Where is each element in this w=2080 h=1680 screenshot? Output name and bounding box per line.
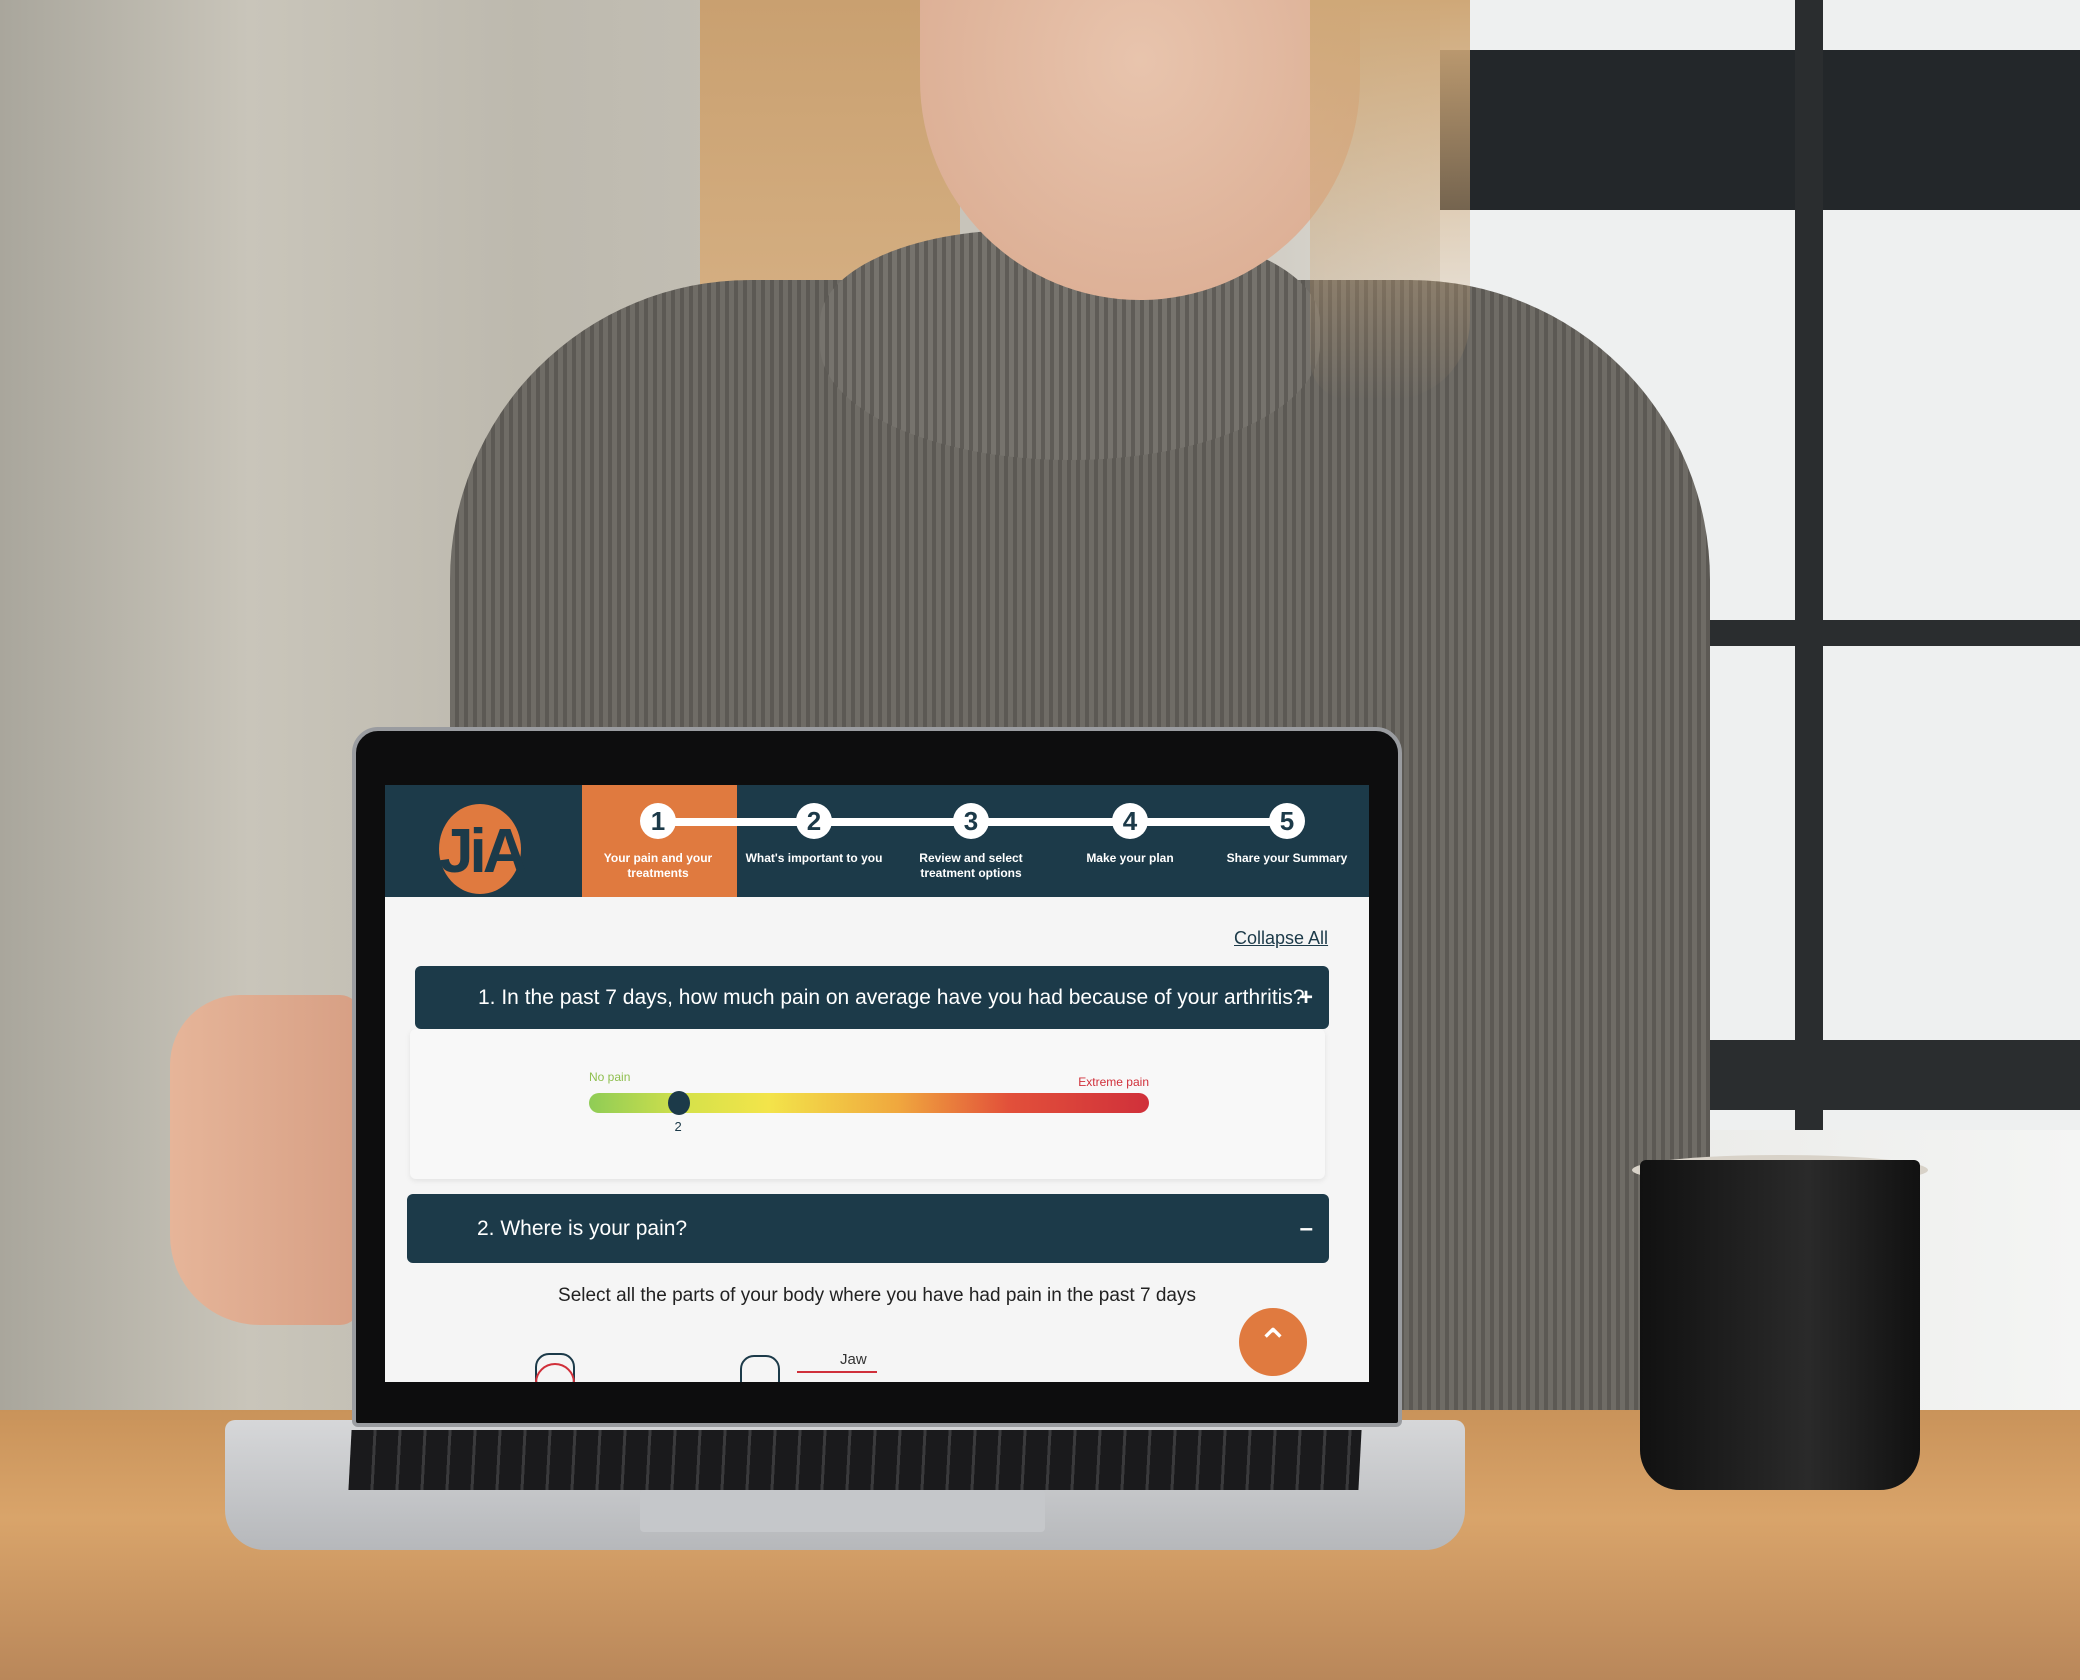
person-hair (1310, 0, 1470, 400)
step-1[interactable]: 1 Your pain and your treatments (583, 803, 733, 881)
scroll-to-top-button[interactable]: ⌃ (1239, 1308, 1307, 1376)
chevron-up-icon: ⌃ (1256, 1322, 1290, 1366)
question-2-instruction: Select all the parts of your body where … (558, 1285, 1196, 1306)
slider-value: 2 (674, 1119, 682, 1134)
body-diagram-head-back[interactable] (740, 1355, 780, 1382)
coffee-cup (1640, 1160, 1920, 1490)
pain-slider-thumb[interactable] (667, 1091, 690, 1115)
question-1-title: 1. In the past 7 days, how much pain on … (478, 985, 1305, 1009)
step-label: Review and select treatment options (919, 851, 1023, 880)
laptop-trackpad (640, 1490, 1045, 1532)
step-number: 3 (953, 803, 989, 839)
slider-max-label: Extreme pain (1078, 1075, 1149, 1089)
step-5[interactable]: 5 Share your Summary (1212, 803, 1362, 866)
slider-min-label: No pain (589, 1070, 631, 1084)
laptop-screen: JiA 1 Your pain and your treatments 2 What… (385, 785, 1369, 1382)
step-2[interactable]: 2 What's important to you (739, 803, 889, 866)
step-label: Your pain and your treatments (603, 851, 713, 880)
expand-icon[interactable]: + (1299, 984, 1313, 1012)
collapse-all-link[interactable]: Collapse All (1234, 928, 1328, 949)
step-number: 1 (640, 803, 676, 839)
collapse-icon[interactable]: – (1300, 1215, 1313, 1243)
question-2-header[interactable]: 2. Where is your pain? – (407, 1194, 1329, 1263)
step-3[interactable]: 3 Review and select treatment options (896, 803, 1046, 881)
logo[interactable]: JiA (439, 804, 527, 894)
question-2-title: 2. Where is your pain? (477, 1216, 688, 1240)
step-number: 2 (796, 803, 832, 839)
step-4[interactable]: 4 Make your plan (1055, 803, 1205, 866)
step-label: What's important to you (745, 851, 883, 865)
body-part-label-jaw[interactable]: Jaw (840, 1351, 867, 1368)
step-number: 5 (1269, 803, 1305, 839)
logo-text: JiA (439, 817, 527, 886)
step-number: 4 (1112, 803, 1148, 839)
step-label: Make your plan (1086, 851, 1174, 865)
progress-header: JiA 1 Your pain and your treatments 2 What… (385, 785, 1369, 897)
step-label: Share your Summary (1226, 851, 1348, 865)
question-1-header[interactable]: 1. In the past 7 days, how much pain on … (415, 966, 1329, 1029)
jaw-pointer-line (797, 1371, 877, 1373)
person-hand (170, 995, 360, 1325)
laptop-keyboard (348, 1430, 1362, 1490)
